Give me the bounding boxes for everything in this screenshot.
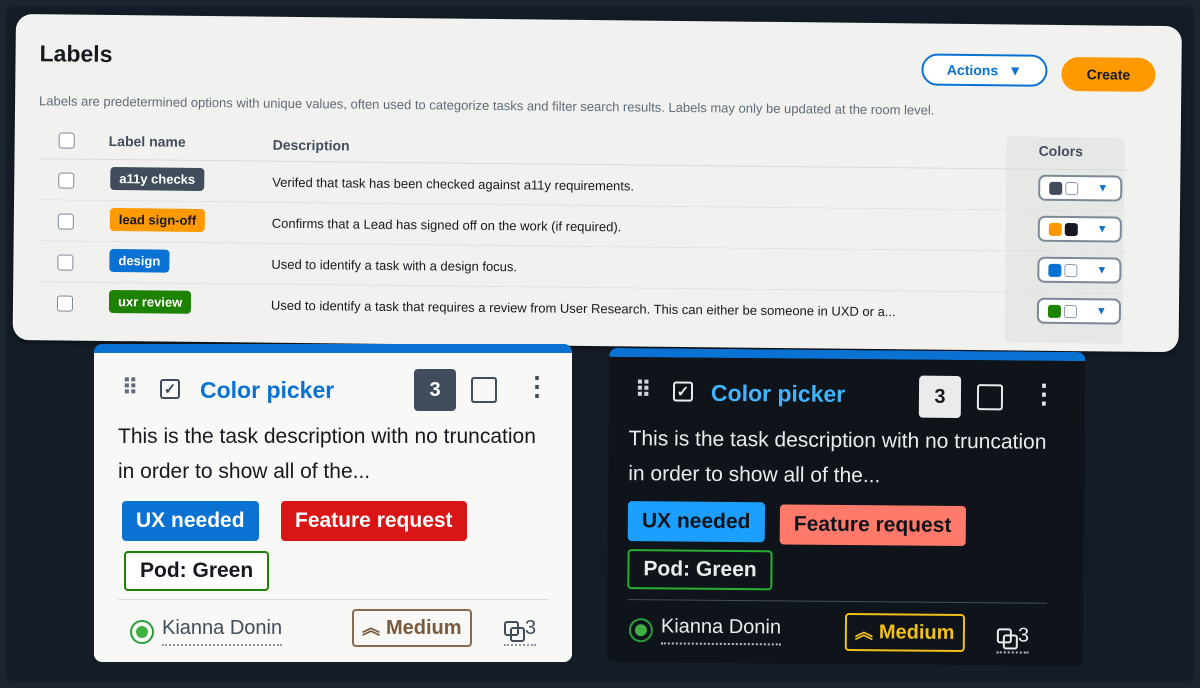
row-description: Used to identify a task that requires a … <box>270 297 896 320</box>
assignee[interactable]: Kianna Donin <box>628 615 782 646</box>
kebab-menu-icon[interactable]: ⋮ <box>1031 379 1057 409</box>
row-checkbox[interactable] <box>57 254 74 271</box>
avatar-icon <box>130 619 154 644</box>
color-swatch-primary <box>1049 181 1063 195</box>
label-tag[interactable]: a11y checks <box>110 166 205 191</box>
color-selector[interactable]: ▼ <box>1037 215 1122 243</box>
color-swatch-primary <box>1048 263 1062 277</box>
color-selector[interactable]: ▼ <box>1037 256 1122 284</box>
avatar-icon <box>628 617 654 642</box>
card-description: This is the task description with no tru… <box>628 427 1047 488</box>
caret-down-icon: ▼ <box>1095 305 1107 318</box>
tag-ux-needed[interactable]: UX needed <box>627 501 765 543</box>
subtask-count-value: 3 <box>1017 624 1030 647</box>
checkbox-checked-icon: ✓ <box>672 381 694 402</box>
column-header-label-name: Label name <box>108 132 186 150</box>
row-description: Verifed that task has been checked again… <box>272 174 635 194</box>
tag-pod-green-label: Pod: Green <box>643 557 757 582</box>
subtasks-icon <box>504 621 525 642</box>
row-description: Confirms that a Lead has signed off on t… <box>271 215 622 235</box>
card-divider <box>118 599 548 600</box>
drag-handle-icon[interactable]: ⠿ <box>635 377 649 402</box>
row-description: Used to identify a task with a design fo… <box>271 256 518 275</box>
card-title[interactable]: Color picker <box>200 377 334 404</box>
color-swatch-secondary <box>1064 263 1078 277</box>
color-swatch-secondary <box>1064 222 1078 236</box>
tag-ux-needed[interactable]: UX needed <box>122 501 259 541</box>
color-selector[interactable]: ▼ <box>1038 174 1123 202</box>
priority-label: Medium <box>878 620 955 644</box>
select-checkbox[interactable] <box>976 384 1004 411</box>
subtask-count[interactable]: 3 <box>996 624 1030 654</box>
tag-feature-request[interactable]: Feature request <box>281 501 467 541</box>
chevron-double-up-icon: ︽ <box>854 622 873 643</box>
color-swatch-primary <box>1048 222 1062 236</box>
caret-down-icon: ▼ <box>1096 264 1108 277</box>
kebab-menu-icon[interactable]: ⋮ <box>524 373 550 399</box>
color-swatch-secondary <box>1063 304 1078 318</box>
priority-badge[interactable]: ︽ Medium <box>844 612 965 653</box>
checkbox-checked-icon: ✓ <box>160 379 180 399</box>
color-swatch-secondary <box>1065 181 1079 195</box>
page-title: Labels <box>39 40 113 68</box>
card-description: This is the task description with no tru… <box>118 425 536 483</box>
page-description: Labels are predetermined options with un… <box>39 93 935 118</box>
row-checkbox[interactable] <box>58 172 75 189</box>
create-button[interactable]: Create <box>1061 56 1156 92</box>
tag-pod-green[interactable]: Pod: Green <box>124 551 270 591</box>
count-badge: 3 <box>918 375 962 418</box>
card-title[interactable]: Color picker <box>711 380 845 408</box>
select-checkbox[interactable] <box>471 377 497 403</box>
caret-down-icon: ▼ <box>1008 62 1023 79</box>
select-all-checkbox[interactable] <box>58 132 75 149</box>
label-tag[interactable]: uxr review <box>108 289 192 314</box>
assignee-name: Kianna Donin <box>660 615 782 646</box>
drag-handle-icon[interactable]: ⠿ <box>122 377 138 399</box>
task-card-light[interactable]: ⠿ ✓ Color picker 3 ⋮ This is the task de… <box>94 344 572 662</box>
tag-feature-request[interactable]: Feature request <box>779 504 966 547</box>
priority-badge[interactable]: ︽ Medium <box>352 609 472 647</box>
card-divider <box>627 599 1048 604</box>
subtask-count-value: 3 <box>525 617 537 639</box>
row-checkbox[interactable] <box>56 295 74 312</box>
assignee[interactable]: Kianna Donin <box>130 617 283 646</box>
actions-button[interactable]: Actions ▼ <box>921 53 1048 87</box>
label-tag[interactable]: design <box>109 248 170 273</box>
assignee-name: Kianna Donin <box>162 617 283 646</box>
tag-pod-green[interactable]: Pod: Green <box>627 549 773 591</box>
row-checkbox[interactable] <box>57 213 74 230</box>
subtasks-icon <box>996 628 1012 644</box>
label-tag[interactable]: lead sign-off <box>109 207 206 232</box>
priority-label: Medium <box>386 616 462 639</box>
count-badge: 3 <box>414 369 456 411</box>
tag-pod-green-label: Pod: Green <box>140 559 254 582</box>
labels-panel: Labels Labels are predetermined options … <box>12 14 1182 353</box>
column-header-colors: Colors <box>1038 142 1084 160</box>
task-card-dark[interactable]: ⠿ ✓ Color picker 3 ⋮ This is the task de… <box>606 347 1086 667</box>
caret-down-icon: ▼ <box>1097 182 1109 195</box>
column-header-description: Description <box>272 136 350 154</box>
color-swatch-primary <box>1047 304 1062 318</box>
color-selector[interactable]: ▼ <box>1036 297 1122 325</box>
chevron-double-up-icon: ︽ <box>362 618 380 638</box>
actions-button-label: Actions <box>946 61 999 79</box>
caret-down-icon: ▼ <box>1096 223 1108 236</box>
subtask-count[interactable]: 3 <box>504 617 537 646</box>
